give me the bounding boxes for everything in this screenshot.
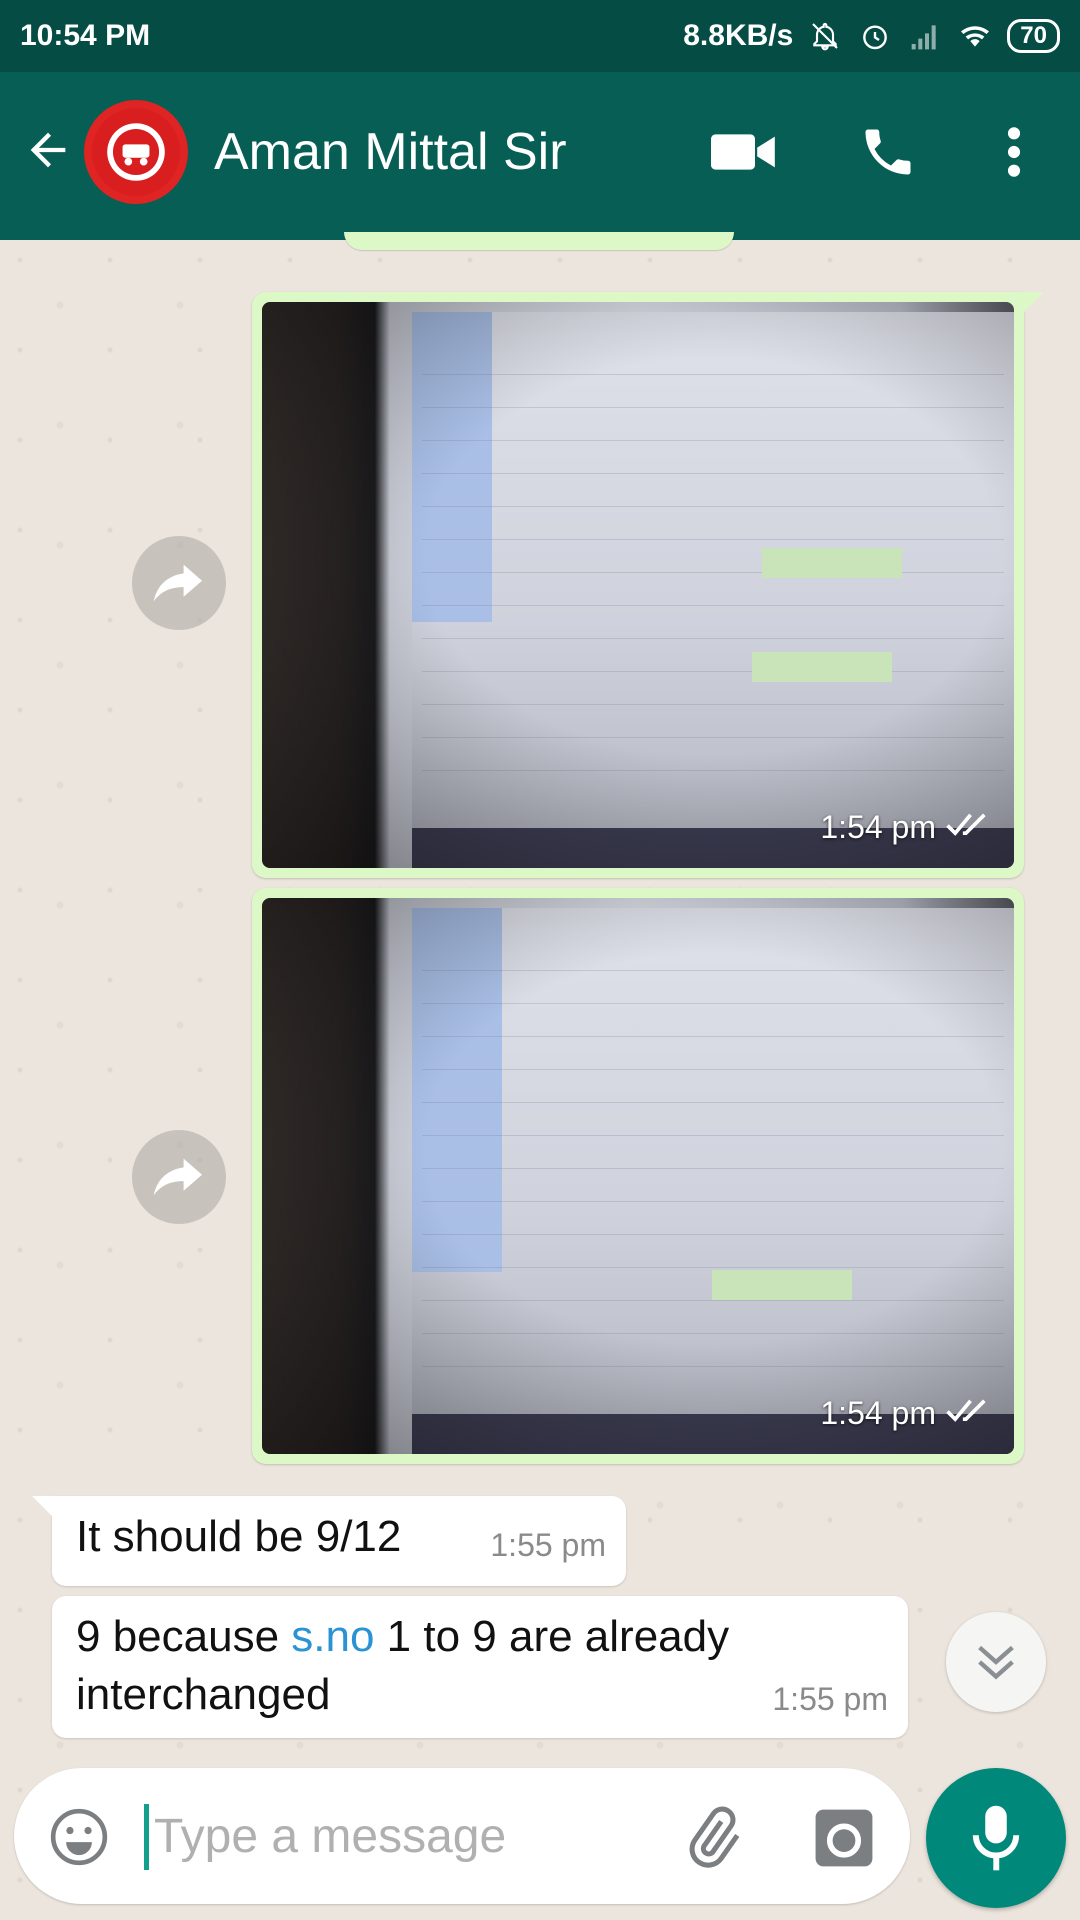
photo-thumbnail[interactable]: 1:54 pm: [262, 302, 1014, 868]
text-caret: [144, 1804, 149, 1870]
status-time: 10:54 PM: [20, 19, 151, 52]
incoming-message[interactable]: 9 because s.no 1 to 9 are already interc…: [52, 1596, 908, 1738]
mute-bell-icon: [807, 18, 843, 54]
message-time: 1:55 pm: [772, 1681, 888, 1717]
indian-railways-logo: [91, 107, 181, 197]
double-chevron-down-icon: [978, 1645, 1014, 1680]
video-call-icon[interactable]: [704, 112, 784, 192]
contact-name[interactable]: Aman Mittal Sir: [214, 122, 567, 182]
message-text: It should be 9/12: [76, 1512, 402, 1561]
message-meta: 1:54 pm: [820, 809, 992, 846]
message-time: 1:54 pm: [820, 809, 936, 845]
signal-icon: [907, 18, 943, 54]
double-check-icon: [946, 1395, 992, 1432]
back-arrow-icon[interactable]: [18, 120, 78, 180]
photo-thumbnail[interactable]: 1:54 pm: [262, 898, 1014, 1454]
attach-icon[interactable]: [674, 1800, 750, 1876]
message-time: 1:55 pm: [490, 1527, 606, 1563]
avatar[interactable]: [84, 100, 188, 204]
incoming-message[interactable]: It should be 9/12 1:55 pm: [32, 1496, 626, 1586]
message-input[interactable]: [154, 1798, 534, 1874]
net-speed: 8.8KB/s: [683, 19, 794, 52]
forward-icon[interactable]: [132, 1130, 226, 1224]
message-meta: 1:54 pm: [820, 1395, 992, 1432]
chat-header: Aman Mittal Sir: [0, 72, 1080, 240]
status-right: 8.8KB/s 70: [683, 18, 1060, 54]
message-text: 9 because s.no 1 to 9 are already interc…: [76, 1612, 730, 1719]
forward-icon[interactable]: [132, 536, 226, 630]
mic-button[interactable]: [926, 1768, 1066, 1908]
image-message[interactable]: 1:54 pm: [252, 292, 1044, 878]
double-check-icon: [946, 809, 992, 846]
camera-icon[interactable]: [806, 1800, 882, 1876]
previous-message-bubble[interactable]: [344, 232, 734, 250]
wifi-icon: [957, 18, 993, 54]
status-bar: 10:54 PM 8.8KB/s 70: [0, 0, 1080, 72]
more-vert-icon[interactable]: [974, 112, 1054, 192]
battery-icon: 70: [1007, 19, 1060, 53]
message-composer: [14, 1768, 910, 1904]
message-time: 1:54 pm: [820, 1395, 936, 1431]
alarm-icon: [857, 18, 893, 54]
image-message[interactable]: 1:54 pm: [252, 888, 1024, 1464]
phone-icon[interactable]: [848, 112, 928, 192]
mic-icon: [972, 1805, 1020, 1871]
emoji-icon[interactable]: [44, 1802, 114, 1872]
scroll-to-bottom-button[interactable]: [946, 1612, 1046, 1712]
message-link[interactable]: s.no: [291, 1612, 374, 1661]
